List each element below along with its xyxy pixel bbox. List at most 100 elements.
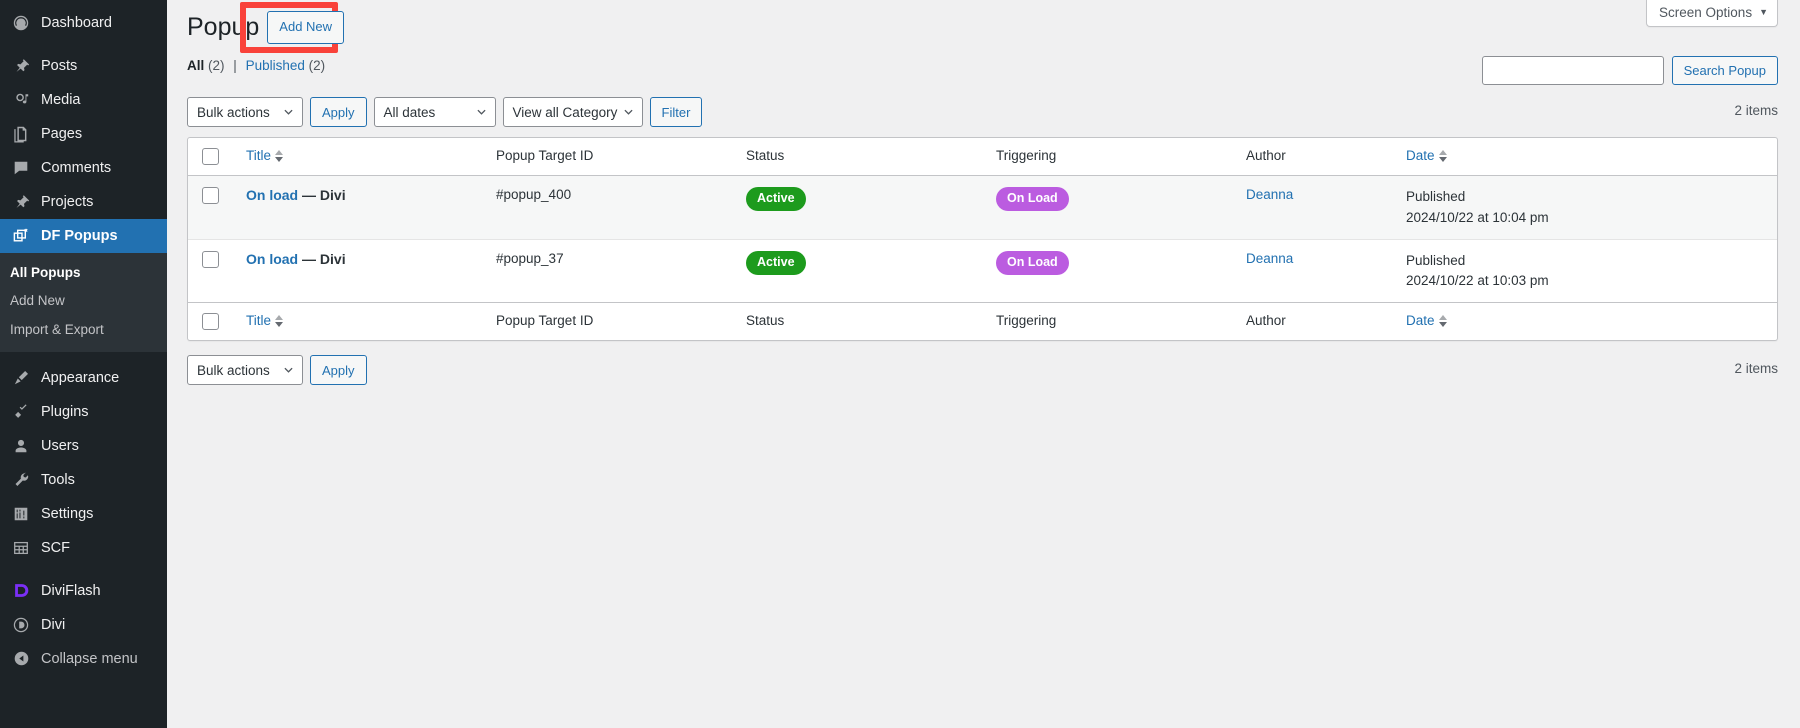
sort-indicator-icon: [1438, 314, 1447, 327]
sidebar-item-posts[interactable]: Posts: [0, 49, 167, 83]
popup-title-link[interactable]: On load — Divi: [246, 251, 346, 267]
sidebar-item-label: Comments: [41, 160, 112, 176]
view-published-link[interactable]: Published: [246, 58, 305, 73]
wrench-icon: [10, 470, 32, 490]
row-target-id: #popup_37: [496, 250, 564, 266]
select-all-checkbox-bottom[interactable]: [202, 313, 219, 331]
popup-title-dash: —: [302, 187, 317, 204]
bulk-actions-select-bottom[interactable]: Bulk actions: [187, 355, 303, 386]
row-author-cell: Deanna: [1236, 176, 1396, 240]
sidebar-item-label: DiviFlash: [41, 582, 101, 599]
sidebar-item-divi[interactable]: Divi: [0, 608, 167, 642]
collapse-menu-button[interactable]: Collapse menu: [0, 642, 167, 676]
sidebar-item-tools[interactable]: Tools: [0, 463, 167, 497]
row-date-value: 2024/10/22 at 10:03 pm: [1406, 273, 1549, 288]
row-status-cell: Active: [736, 176, 986, 240]
sidebar-item-settings[interactable]: Settings: [0, 497, 167, 531]
popup-title-suffix: Divi: [319, 250, 346, 267]
sidebar-item-label: Pages: [41, 126, 83, 142]
column-header-status: Status: [736, 138, 986, 177]
date-filter-value: All dates: [383, 104, 436, 120]
row-target-id: #popup_400: [486, 176, 736, 240]
filter-button[interactable]: Filter: [649, 97, 703, 128]
sort-date-link-bottom[interactable]: Date: [1406, 313, 1447, 328]
view-all-link[interactable]: All: [187, 58, 204, 73]
popups-icon: [10, 226, 32, 246]
collapse-menu-label: Collapse menu: [41, 650, 138, 667]
row-select-cell: [188, 176, 236, 240]
date-filter-select[interactable]: All dates: [373, 97, 496, 128]
diviflash-icon: [10, 581, 32, 601]
sidebar-item-media[interactable]: Media: [0, 83, 167, 117]
chevron-down-icon: [476, 109, 486, 116]
items-count-top: 2 items: [1734, 103, 1778, 119]
column-footer-target-id: Popup Target ID: [486, 302, 736, 340]
main-content: Screen Options ▼ Popup Add New All (2) |…: [167, 0, 1800, 728]
author-link[interactable]: Deanna: [1246, 251, 1293, 266]
category-filter-select[interactable]: View all Category: [502, 97, 643, 128]
sidebar-item-users[interactable]: Users: [0, 429, 167, 463]
sidebar-item-diviflash[interactable]: DiviFlash: [0, 574, 167, 608]
sort-title-link-bottom[interactable]: Title: [246, 313, 284, 329]
sidebar-item-label: Plugins: [41, 403, 89, 420]
add-new-button[interactable]: Add New: [267, 11, 345, 44]
sidebar-item-dashboard[interactable]: Dashboard: [0, 6, 167, 40]
column-header-author: Author: [1236, 138, 1396, 177]
submenu-item-all-popups[interactable]: All Popups: [0, 259, 167, 287]
column-footer-author: Author: [1236, 302, 1396, 340]
column-header-target-id: Popup Target ID: [486, 138, 736, 177]
row-date-cell: Published 2024/10/22 at 10:03 pm: [1396, 240, 1777, 303]
select-all-checkbox-top[interactable]: [202, 148, 219, 166]
admin-sidebar: Dashboard Posts Media Pages Comments Pro…: [0, 0, 175, 728]
search-popup-button[interactable]: Search Popup: [1671, 56, 1778, 85]
popup-title-link[interactable]: On load — Divi: [246, 187, 346, 203]
row-checkbox[interactable]: [202, 250, 219, 268]
table-row: On load — Divi #popup_37 Active On Load …: [188, 240, 1777, 303]
sort-date-link-top[interactable]: Date: [1406, 148, 1447, 163]
column-header-title: Title: [236, 138, 486, 177]
popups-table: Title Popup Target ID Status Triggering …: [187, 137, 1778, 342]
sidebar-item-pages[interactable]: Pages: [0, 117, 167, 151]
search-input[interactable]: [1481, 56, 1664, 85]
column-date-label: Date: [1406, 148, 1435, 164]
author-link[interactable]: Deanna: [1246, 187, 1293, 202]
pages-icon: [10, 124, 32, 144]
popup-title-suffix: Divi: [319, 187, 346, 204]
sidebar-item-plugins[interactable]: Plugins: [0, 395, 167, 429]
sidebar-item-label: Posts: [41, 58, 78, 74]
sidebar-item-comments[interactable]: Comments: [0, 151, 167, 185]
column-date-label: Date: [1406, 313, 1435, 329]
chevron-down-icon: [623, 109, 633, 116]
popup-title-text: On load: [246, 250, 299, 267]
divi-icon: [10, 615, 32, 635]
plug-icon: [10, 402, 32, 422]
triggering-badge: On Load: [996, 187, 1069, 212]
row-status-cell: Active: [736, 240, 986, 303]
submenu-item-add-new[interactable]: Add New: [0, 287, 167, 315]
views-separator: |: [233, 58, 237, 73]
bulk-actions-select-top[interactable]: Bulk actions: [187, 97, 303, 128]
sidebar-item-label: Tools: [41, 471, 75, 488]
sidebar-item-label: DF Popups: [41, 228, 118, 244]
column-footer-title: Title: [236, 302, 486, 340]
row-date-cell: Published 2024/10/22 at 10:04 pm: [1396, 176, 1777, 240]
view-published-count: (2): [308, 58, 326, 73]
sidebar-item-df-popups[interactable]: DF Popups: [0, 219, 175, 253]
row-checkbox[interactable]: [202, 187, 219, 205]
brush-icon: [10, 368, 32, 388]
user-icon: [10, 436, 32, 456]
sidebar-item-projects[interactable]: Projects: [0, 185, 167, 219]
dashboard-icon: [10, 13, 32, 33]
column-footer-status: Status: [736, 302, 986, 340]
bulk-actions-value: Bulk actions: [197, 362, 270, 378]
column-title-label: Title: [246, 313, 272, 329]
apply-button-bottom[interactable]: Apply: [310, 355, 367, 386]
sidebar-item-scf[interactable]: SCF: [0, 531, 167, 565]
submenu-item-import-export[interactable]: Import & Export: [0, 316, 167, 344]
sidebar-divider: [0, 352, 167, 361]
sidebar-item-appearance[interactable]: Appearance: [0, 361, 167, 395]
view-all-count: (2): [208, 58, 225, 73]
row-date-value: 2024/10/22 at 10:04 pm: [1406, 209, 1549, 225]
sort-title-link-top[interactable]: Title: [246, 148, 284, 163]
apply-button-top[interactable]: Apply: [310, 97, 367, 128]
